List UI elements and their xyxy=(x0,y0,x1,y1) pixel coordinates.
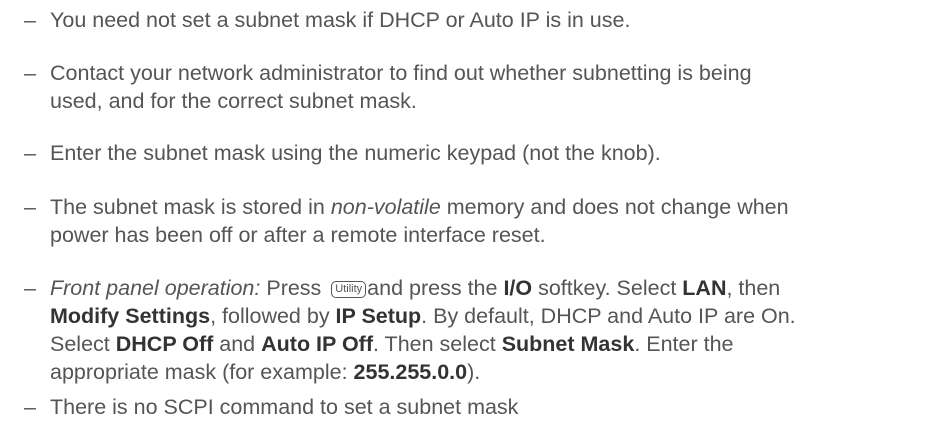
item-text-line1: Contact your network administrator to fi… xyxy=(50,61,752,85)
auto-ip-off-label: Auto IP Off xyxy=(261,332,373,356)
bullet-dash: – xyxy=(24,61,36,85)
subnet-mask-label: Subnet Mask xyxy=(501,332,635,356)
item-text: You need not set a subnet mask if DHCP o… xyxy=(50,8,631,32)
item-text: Enter the subnet mask using the numeric … xyxy=(50,141,661,165)
modify-settings-label: Modify Settings xyxy=(50,304,211,328)
dhcp-off-label: DHCP Off xyxy=(115,332,214,356)
item-text-line1: The subnet mask is stored in non-volatil… xyxy=(50,195,789,219)
bullet-dash: – xyxy=(24,395,36,419)
front-panel-line2: Modify Settings, followed by IP Setup. B… xyxy=(50,304,796,328)
example-mask: 255.255.0.0 xyxy=(353,360,468,384)
ip-setup-label: IP Setup xyxy=(335,304,422,328)
item-text: There is no SCPI command to set a subnet… xyxy=(50,395,519,419)
lan-label: LAN xyxy=(682,276,727,300)
bullet-dash: – xyxy=(24,195,36,219)
bullet-dash: – xyxy=(24,276,36,300)
bullet-dash: – xyxy=(24,141,36,165)
item-text-line2: used, and for the correct subnet mask. xyxy=(50,89,417,113)
item-text-line2: power has been off or after a remote int… xyxy=(50,223,546,247)
front-panel-line1: Front panel operation: Press Utility and … xyxy=(50,276,781,300)
front-panel-line3: Select DHCP Off and Auto IP Off. Then se… xyxy=(50,332,734,356)
utility-key-icon: Utility xyxy=(331,281,367,298)
emphasis-non-volatile: non-volatile xyxy=(330,195,441,219)
bullet-dash: – xyxy=(24,8,36,32)
front-panel-line4: appropriate mask (for example: 255.255.0… xyxy=(50,360,481,384)
front-panel-label: Front panel operation: xyxy=(50,276,261,300)
io-softkey-label: I/O xyxy=(503,276,533,300)
